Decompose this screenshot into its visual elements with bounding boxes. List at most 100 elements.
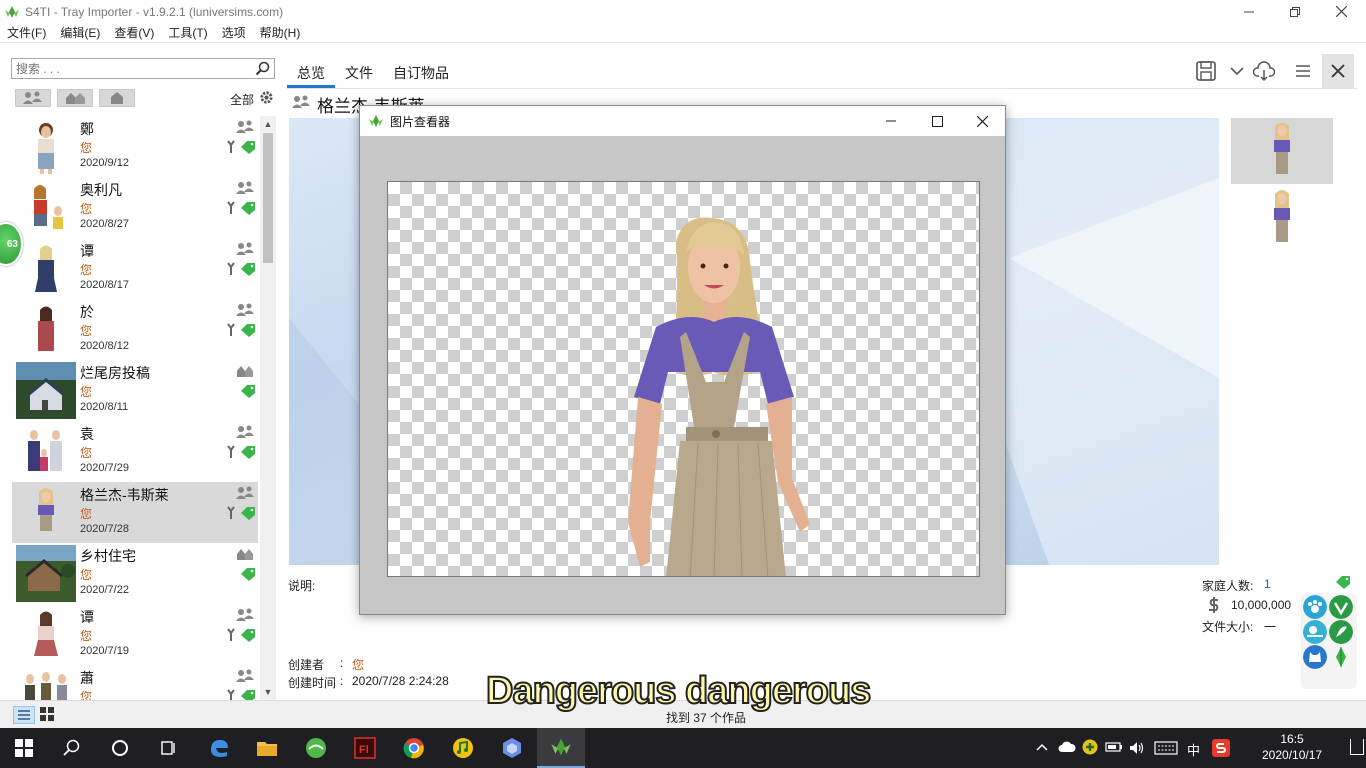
close-icon <box>1331 64 1345 78</box>
menu-tools[interactable]: 工具(T) <box>161 24 214 41</box>
menu-edit[interactable]: 编辑(E) <box>53 24 107 41</box>
menu-options[interactable]: 选项 <box>215 24 253 41</box>
edge-icon <box>211 740 228 757</box>
list-view-button[interactable] <box>13 706 35 724</box>
minimize-button[interactable] <box>1226 0 1272 23</box>
filter-households-button[interactable] <box>15 89 51 107</box>
cortana-button[interactable] <box>96 728 144 768</box>
lot-icon <box>237 549 253 560</box>
cloud-download-icon[interactable] <box>1253 60 1275 82</box>
sim-portrait <box>1274 122 1290 174</box>
trait-leaf-icon[interactable] <box>1329 595 1353 619</box>
gear-icon[interactable] <box>259 90 274 105</box>
volume-icon[interactable] <box>1128 740 1146 756</box>
list-item[interactable]: 蕭 您 <box>12 665 258 700</box>
menu-help[interactable]: 帮助(H) <box>253 24 308 41</box>
list-item[interactable]: 乡村住宅 您 2020/7/22 <box>12 543 258 604</box>
app-logo-icon <box>5 5 19 18</box>
list-item[interactable]: 鄭 您 2020/9/12 <box>12 116 258 177</box>
list-scrollbar[interactable]: ▲ ▼ <box>260 116 276 700</box>
filter-lots-button[interactable] <box>57 89 93 107</box>
save-icon[interactable] <box>1195 60 1217 82</box>
taskbar-s4ti[interactable] <box>537 728 585 768</box>
close-detail-button[interactable] <box>1322 54 1354 88</box>
notification-icon[interactable] <box>1350 739 1364 755</box>
taskbar-music[interactable] <box>439 728 487 768</box>
close-window-button[interactable] <box>1318 0 1364 23</box>
system-clock[interactable]: 16:5 2020/10/17 <box>1262 731 1322 763</box>
sim-portrait-thumbnail[interactable] <box>1231 118 1333 184</box>
tag-icon <box>1336 576 1350 589</box>
file-size-value: 一 <box>1264 620 1277 634</box>
tab-files[interactable]: 文件 <box>335 58 383 88</box>
room-icon <box>111 92 123 104</box>
taskbar-flash[interactable]: Fl <box>341 728 389 768</box>
menu-view[interactable]: 查看(V) <box>107 24 161 41</box>
taskbar-360-browser[interactable] <box>292 728 340 768</box>
menu-icon[interactable] <box>1292 60 1314 82</box>
item-date: 2020/8/12 <box>80 340 129 352</box>
trait-cat-icon[interactable] <box>1303 645 1327 669</box>
taskbar-chrome[interactable] <box>390 728 438 768</box>
svg-text:Fl: Fl <box>359 744 369 756</box>
filter-rooms-button[interactable] <box>99 89 135 107</box>
tag-icon <box>227 689 255 700</box>
created-time-value: 2020/7/28 2:24:28 <box>352 674 449 688</box>
item-creator: 您 <box>80 446 93 460</box>
restore-icon <box>1290 6 1300 17</box>
start-button[interactable] <box>0 728 48 768</box>
scrollbar-thumb[interactable] <box>263 133 273 263</box>
restore-button[interactable] <box>1272 0 1318 23</box>
chevron-up-icon[interactable] <box>1036 742 1048 752</box>
search-button[interactable] <box>48 728 96 768</box>
keyboard-icon[interactable] <box>1154 741 1178 755</box>
trait-paw-icon[interactable] <box>1303 595 1327 619</box>
dialog-maximize-button[interactable] <box>914 106 960 136</box>
grid-view-icon[interactable] <box>40 707 54 721</box>
tag-icon <box>227 445 255 459</box>
search-input[interactable] <box>12 59 248 78</box>
list-item[interactable]: 於 您 2020/8/12 <box>12 299 258 360</box>
battery-icon[interactable] <box>1105 740 1123 754</box>
sim-fullbody-thumbnail[interactable] <box>1262 186 1302 248</box>
list-item[interactable]: 谭 您 2020/7/19 <box>12 604 258 665</box>
list-item[interactable]: 谭 您 2020/8/17 <box>12 238 258 299</box>
ime-indicator[interactable]: 中 <box>1187 740 1200 759</box>
item-name: 格兰杰-韦斯莱 <box>80 487 169 503</box>
created-time-label: 创建时间 <box>288 676 337 690</box>
taskbar-app-hex[interactable] <box>488 728 536 768</box>
trait-plant-icon[interactable] <box>1329 620 1353 644</box>
menu-file[interactable]: 文件(F) <box>0 24 53 41</box>
dialog-close-button[interactable] <box>959 106 1005 136</box>
sim-thumbnail <box>38 488 54 531</box>
close-icon <box>1335 6 1347 17</box>
search-icon[interactable] <box>255 61 270 76</box>
filter-all-label[interactable]: 全部 <box>230 91 254 108</box>
household-icon <box>236 242 254 255</box>
minimize-icon <box>886 120 896 122</box>
created-time-separator: : <box>340 674 344 688</box>
taskbar-edge[interactable] <box>195 728 243 768</box>
tab-custom-content[interactable]: 自订物品 <box>383 58 459 88</box>
list-item[interactable]: 袁 您 2020/7/29 <box>12 421 258 482</box>
taskbar-explorer[interactable] <box>243 728 291 768</box>
tray-plus-icon[interactable] <box>1082 739 1098 755</box>
folder-icon <box>257 742 277 756</box>
cloud-icon[interactable] <box>1058 741 1076 753</box>
tab-overview[interactable]: 总览 <box>287 58 335 88</box>
simoleon-icon <box>1209 597 1219 613</box>
plumbob-icon[interactable] <box>1329 645 1353 669</box>
list-item[interactable]: 烂尾房投稿 您 2020/8/11 <box>12 360 258 421</box>
list-item-selected[interactable]: 格兰杰-韦斯莱 您 2020/7/28 <box>12 482 258 543</box>
chevron-down-icon[interactable] <box>1226 60 1248 82</box>
trait-weather-icon[interactable] <box>1303 620 1327 644</box>
list-item[interactable]: 奥利凡 您 2020/8/27 <box>12 177 258 238</box>
scroll-down-icon[interactable]: ▼ <box>260 684 276 700</box>
household-icon <box>236 669 254 682</box>
sogou-icon[interactable] <box>1212 739 1230 757</box>
scroll-up-icon[interactable]: ▲ <box>260 116 276 132</box>
item-creator: 您 <box>80 141 93 155</box>
chrome-icon <box>403 738 424 759</box>
dialog-minimize-button[interactable] <box>868 106 914 136</box>
task-view-button[interactable] <box>144 728 192 768</box>
